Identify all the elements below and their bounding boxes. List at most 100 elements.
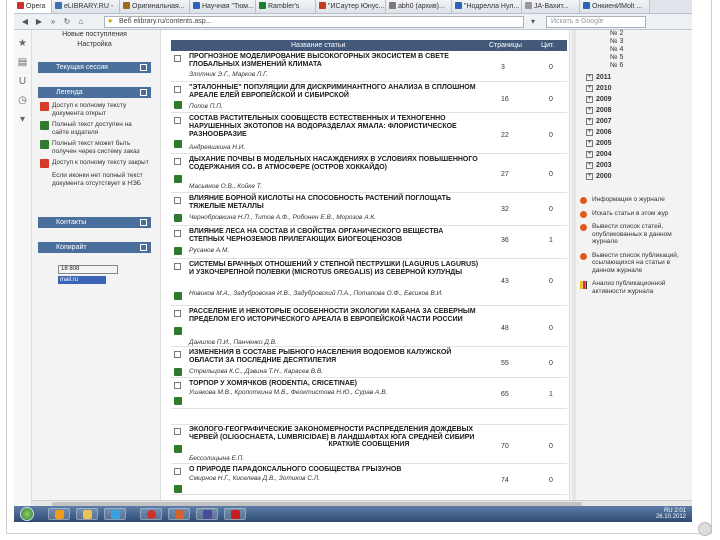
row-checkbox[interactable] [174,230,181,237]
row-checkbox[interactable] [174,468,181,475]
expand-plus-icon[interactable]: + [586,96,593,103]
article-title[interactable]: СОСТАВ РАСТИТЕЛЬНЫХ СООБЩЕСТВ ЕСТЕСТВЕНН… [189,115,479,139]
panel-current-session[interactable]: Текущая сессия [38,62,151,73]
year-item[interactable]: +2007 [576,116,692,127]
row-checkbox[interactable] [174,351,181,358]
expand-plus-icon[interactable]: + [586,85,593,92]
pdf-icon[interactable] [174,101,182,109]
row-checkbox[interactable] [174,55,181,62]
mailru-counter[interactable]: mail.ru [58,276,106,284]
issue-link[interactable]: № 2 [576,30,692,38]
bookmarks-star-icon[interactable]: ★ [14,38,31,49]
taskbar-explorer[interactable] [76,508,98,520]
expand-icon[interactable] [140,244,147,251]
pdf-icon[interactable] [174,175,182,183]
tab[interactable]: Rambler's [256,0,316,13]
article-title[interactable]: ВЛИЯНИЕ ЛЕСА НА СОСТАВ И СВОЙСТВА ОРГАНИ… [189,228,479,244]
tab[interactable]: JA-Вахит... [522,0,580,13]
pdf-icon[interactable] [174,214,182,222]
article-title[interactable]: ЭКОЛОГО-ГЕОГРАФИЧЕСКИЕ ЗАКОНОМЕРНОСТИ РА… [189,426,479,442]
year-item[interactable]: +2010 [576,83,692,94]
tab[interactable]: eLIBRARY.RU - [52,0,120,13]
row-checkbox[interactable] [174,263,181,270]
panel-copyright[interactable]: Копирайт [38,242,151,253]
history-icon[interactable]: ◷ [14,95,31,106]
row-checkbox[interactable] [174,382,181,389]
list-articles-link[interactable]: Вывести список статей, опубликованных в … [576,223,692,246]
forward-icon[interactable]: ▶ [34,17,44,27]
expand-icon[interactable] [140,64,147,71]
start-button-icon[interactable] [20,507,34,521]
issue-link[interactable]: № 6 [576,62,692,70]
tab[interactable]: abh0 (архив)... [386,0,452,13]
taskbar-save[interactable] [196,508,218,520]
settings-link[interactable]: Настройка [38,40,151,50]
new-arrivals-link[interactable]: Новые поступления [38,30,151,40]
issue-link[interactable]: № 3 [576,38,692,46]
article-title[interactable]: О ПРИРОДЕ ПАРАДОКСАЛЬНОГО СООБЩЕСТВА ГРЫ… [189,466,479,474]
address-bar[interactable]: ★ Веб elibrary.ru/contents.asp... [104,16,524,28]
expand-icon[interactable] [140,89,147,96]
pdf-icon[interactable] [174,140,182,148]
issue-link[interactable]: № 5 [576,54,692,62]
year-item[interactable]: +2000 [576,171,692,182]
pdf-icon[interactable] [174,327,182,335]
article-title[interactable]: ДЫХАНИЕ ПОЧВЫ В МОДЕЛЬНЫХ НАСАЖДЕНИЯХ В … [189,156,479,172]
expand-icon[interactable] [140,219,147,226]
taskbar-acrobat[interactable] [224,508,246,520]
expand-plus-icon[interactable]: + [586,74,593,81]
contacts-icon[interactable]: U [14,76,31,87]
year-item[interactable]: +2004 [576,149,692,160]
year-item[interactable]: +2009 [576,94,692,105]
article-title[interactable]: ВЛИЯНИЕ БОРНОЙ КИСЛОТЫ НА СПОСОБНОСТЬ РА… [189,195,479,211]
col-citations-header[interactable]: Цит. [541,40,554,51]
dropdown-arrow-icon[interactable]: ▾ [528,17,538,27]
taskbar-ie[interactable] [104,508,126,520]
home-icon[interactable]: ⌂ [76,17,86,27]
expand-plus-icon[interactable]: + [586,118,593,125]
article-title[interactable]: СИСТЕМЫ БРАЧНЫХ ОТНОШЕНИЙ У СТЕПНОЙ ПЕСТ… [189,261,479,277]
year-item[interactable]: +2008 [576,105,692,116]
pdf-icon[interactable] [174,247,182,255]
taskbar-opera[interactable] [140,508,162,520]
pdf-icon[interactable] [174,485,182,493]
taskbar-media-player[interactable] [48,508,70,520]
tab[interactable]: "Нодрелла Нул... [452,0,522,13]
pdf-icon[interactable] [174,292,182,300]
row-checkbox[interactable] [174,117,181,124]
year-item[interactable]: +2003 [576,160,692,171]
mail-icon[interactable]: ▤ [14,57,31,68]
bookmark-star-icon[interactable]: ★ [107,17,113,27]
search-in-journal-link[interactable]: Искать статьи в этом жур [576,210,692,218]
taskbar-powerpoint[interactable] [168,508,190,520]
expand-plus-icon[interactable]: + [586,140,593,147]
col-title-header[interactable]: Название статьи [291,40,345,51]
pdf-icon[interactable] [174,397,182,405]
visit-counter[interactable]: 18 808 [58,265,118,274]
expand-plus-icon[interactable]: + [586,151,593,158]
downloads-icon[interactable]: ▾ [14,114,31,125]
col-pages-header[interactable]: Страницы [489,40,522,51]
year-item[interactable]: +2005 [576,138,692,149]
panel-contacts[interactable]: Контакты [38,217,151,228]
tab[interactable]: Оригинальная... [120,0,190,13]
article-title[interactable]: РАССЕЛЕНИЕ И НЕКОТОРЫЕ ОСОБЕННОСТИ ЭКОЛО… [189,308,479,324]
panel-legend[interactable]: Легенда [38,87,151,98]
article-title[interactable]: ПРОГНОЗНОЕ МОДЕЛИРОВАНИЕ ВЫСОКОГОРНЫХ ЭК… [189,53,479,69]
row-checkbox[interactable] [174,86,181,93]
tab[interactable]: ОнкиенИМоlt ... [580,0,650,13]
tab[interactable]: Научная "Тюм... [190,0,256,13]
expand-plus-icon[interactable]: + [586,173,593,180]
publication-analysis-link[interactable]: Анализ публикационной активности журнала [576,280,692,295]
article-title[interactable]: "ЭТАЛОННЫЕ" ПОПУЛЯЦИИ ДЛЯ ДИСКРИМИНАНТНО… [189,84,479,100]
search-input[interactable]: Искать в Google [546,16,646,28]
pdf-icon[interactable] [174,368,182,376]
list-citing-link[interactable]: Вывести список публикаций, ссылающихся н… [576,252,692,275]
fast-forward-icon[interactable]: » [48,17,58,27]
article-title[interactable]: ИЗМЕНЕНИЯ В СОСТАВЕ РЫБНОГО НАСЕЛЕНИЯ ВО… [189,349,479,365]
row-checkbox[interactable] [174,158,181,165]
issue-link[interactable]: № 4 [576,46,692,54]
expand-plus-icon[interactable]: + [586,129,593,136]
tab[interactable]: Opera [14,0,52,13]
reload-icon[interactable]: ↻ [62,17,72,27]
